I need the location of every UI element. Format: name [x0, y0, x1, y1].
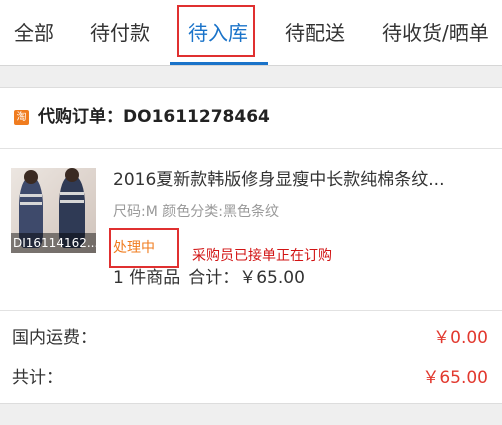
active-tab-indicator: [170, 62, 268, 65]
shipping-fee-row: 国内运费： ￥0.00: [0, 318, 502, 358]
stripe: [60, 192, 84, 195]
status-badge: 处理中: [113, 240, 155, 256]
model-head: [65, 168, 79, 182]
tab-pending-delivery[interactable]: 待配送: [285, 0, 345, 66]
product-code: DI16114162...: [11, 233, 96, 253]
total-row: 共计： ￥65.00: [0, 358, 502, 398]
quantity-summary: 1 件商品 合计：￥65.00: [113, 266, 305, 290]
product-thumbnail[interactable]: DI16114162...: [11, 168, 96, 253]
divider: [0, 148, 502, 149]
stripe: [20, 202, 42, 205]
order-header: 淘 代购订单：DO1611278464: [0, 88, 502, 148]
model-head: [24, 170, 38, 184]
taobao-shop-icon: 淘: [14, 110, 29, 125]
order-number: 代购订单：DO1611278464: [38, 107, 270, 127]
item-count: 1 件商品: [113, 268, 181, 288]
tab-pending-receipt[interactable]: 待收货/晒单: [382, 0, 489, 66]
shipping-fee-value: ￥0.00: [433, 328, 488, 348]
shipping-fee-label: 国内运费：: [12, 328, 97, 348]
divider: [0, 310, 502, 311]
stripe: [20, 194, 42, 197]
product-title[interactable]: 2016夏新款韩版修身显瘦中长款纯棉条纹...: [113, 168, 493, 192]
status-annotation: 采购员已接单正在订购: [192, 248, 332, 264]
order-status-tabs: 全部 待付款 待入库 待配送 待收货/晒单: [0, 0, 502, 66]
order-card[interactable]: 淘 代购订单：DO1611278464 DI16114162... 2016夏新…: [0, 87, 502, 404]
product-spec: 尺码:M 颜色分类:黑色条纹: [113, 204, 279, 220]
tab-all[interactable]: 全部: [14, 0, 54, 66]
tab-pending-warehouse[interactable]: 待入库: [188, 0, 248, 66]
stripe: [60, 200, 84, 203]
total-label: 共计：: [12, 368, 63, 388]
item-total: 合计：￥65.00: [188, 268, 305, 288]
tab-pending-payment[interactable]: 待付款: [90, 0, 150, 66]
total-value: ￥65.00: [422, 368, 488, 388]
